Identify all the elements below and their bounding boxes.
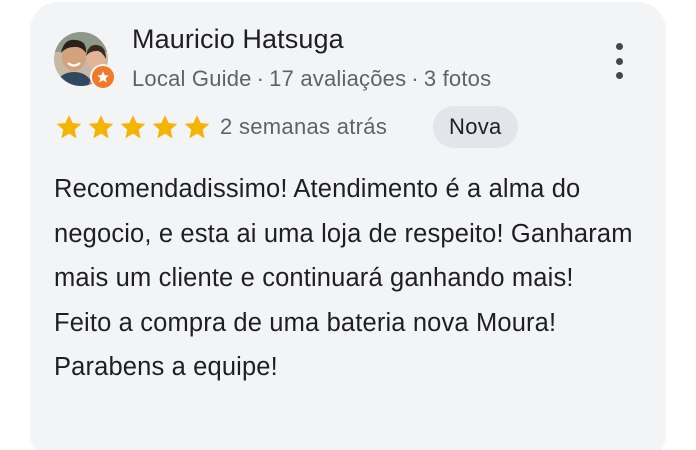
review-text: Recomendadissimo! Atendimento é a alma d…: [54, 175, 633, 381]
photos-count: 3 fotos: [423, 66, 492, 91]
review-date: 2 semanas atrás: [220, 114, 388, 139]
local-guide-label: Local Guide: [132, 66, 252, 91]
star-rating: [54, 113, 212, 141]
more-vert-icon: [615, 43, 623, 50]
star-icon: [184, 115, 210, 139]
meta-separator: ·: [411, 66, 419, 91]
local-guide-badge-icon: [90, 64, 116, 90]
reviews-count: 17 avaliações: [269, 66, 407, 91]
star-icon: [152, 115, 178, 139]
reviewer-name[interactable]: Mauricio Hatsuga: [132, 24, 344, 55]
reviewer-meta[interactable]: Local Guide · 17 avaliações · 3 fotos: [132, 66, 491, 92]
review-card: Mauricio Hatsuga Local Guide · 17 avaliaçõ…: [30, 2, 666, 450]
star-icon: [120, 115, 146, 139]
meta-separator: ·: [256, 66, 265, 91]
new-review-badge: Nova: [433, 106, 518, 148]
star-icon: [88, 115, 114, 139]
star-icon: [56, 115, 82, 139]
more-options-button[interactable]: [608, 40, 630, 82]
